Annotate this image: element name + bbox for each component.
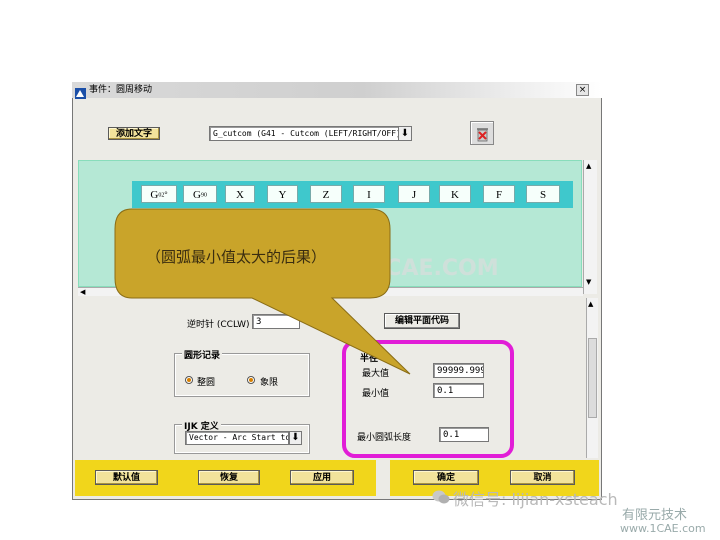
command-select[interactable]: G_cutcom (G41 - Cutcom (LEFT/RIGHT/OFF)) [209,126,399,141]
token-y[interactable]: Y [267,185,298,203]
title-bar: 事件：圆周移动 × [72,82,602,99]
token-i[interactable]: I [353,185,385,203]
callout-bubble [114,208,411,375]
ijk-select[interactable]: Vector - Arc Start to [185,431,289,445]
scroll-left-icon[interactable]: ◀ [80,288,85,296]
corner-watermark-line2: www.1CAE.com [620,522,706,535]
cancel-button[interactable]: 取消 [510,470,575,485]
command-select-arrow[interactable]: ⬇ [398,126,412,141]
token-z[interactable]: Z [310,185,342,203]
token-s[interactable]: S [526,185,560,203]
token-g02-deg: ° [164,190,168,199]
form-scroll-thumb[interactable] [588,338,597,418]
callout-text: （圆弧最小值太大的后果） [146,248,327,266]
chevron-down-icon: ⬇ [400,128,410,139]
ijk-select-arrow[interactable]: ⬇ [289,431,302,445]
corner-watermark-line1: 有限元技术 [622,508,688,523]
scroll-up-icon[interactable]: ▲ [586,162,591,170]
token-g02[interactable]: G02° [141,185,177,203]
default-button[interactable]: 默认值 [95,470,158,485]
apply-button[interactable]: 应用 [290,470,354,485]
restore-button[interactable]: 恢复 [198,470,260,485]
window-title: 事件：圆周移动 [89,85,153,95]
token-g90-sub: 90 [200,192,207,199]
close-icon: × [578,85,587,95]
form-scrollbar[interactable]: ▲ [586,298,598,458]
close-button[interactable]: × [576,84,589,96]
wechat-watermark: 微信号: lijian-xsteach [453,490,618,509]
token-g90[interactable]: G90 [183,185,217,203]
token-k[interactable]: K [439,185,471,203]
trash-icon [477,128,488,142]
ok-button[interactable]: 确定 [413,470,479,485]
token-f[interactable]: F [483,185,515,203]
scroll-down-icon[interactable]: ▼ [586,278,591,286]
code-panel-scrollbar[interactable]: ▲ ▼ [583,160,597,294]
add-text-button[interactable]: 添加文字 [108,127,160,140]
app-icon [75,84,86,99]
wechat-icon [432,489,450,505]
ijk-chevron-down-icon: ⬇ [291,432,300,443]
recycle-button[interactable] [470,121,494,145]
token-g90-main: G [193,189,201,201]
form-scroll-up-icon[interactable]: ▲ [588,300,593,308]
token-j[interactable]: J [398,185,430,203]
token-x[interactable]: X [225,185,255,203]
